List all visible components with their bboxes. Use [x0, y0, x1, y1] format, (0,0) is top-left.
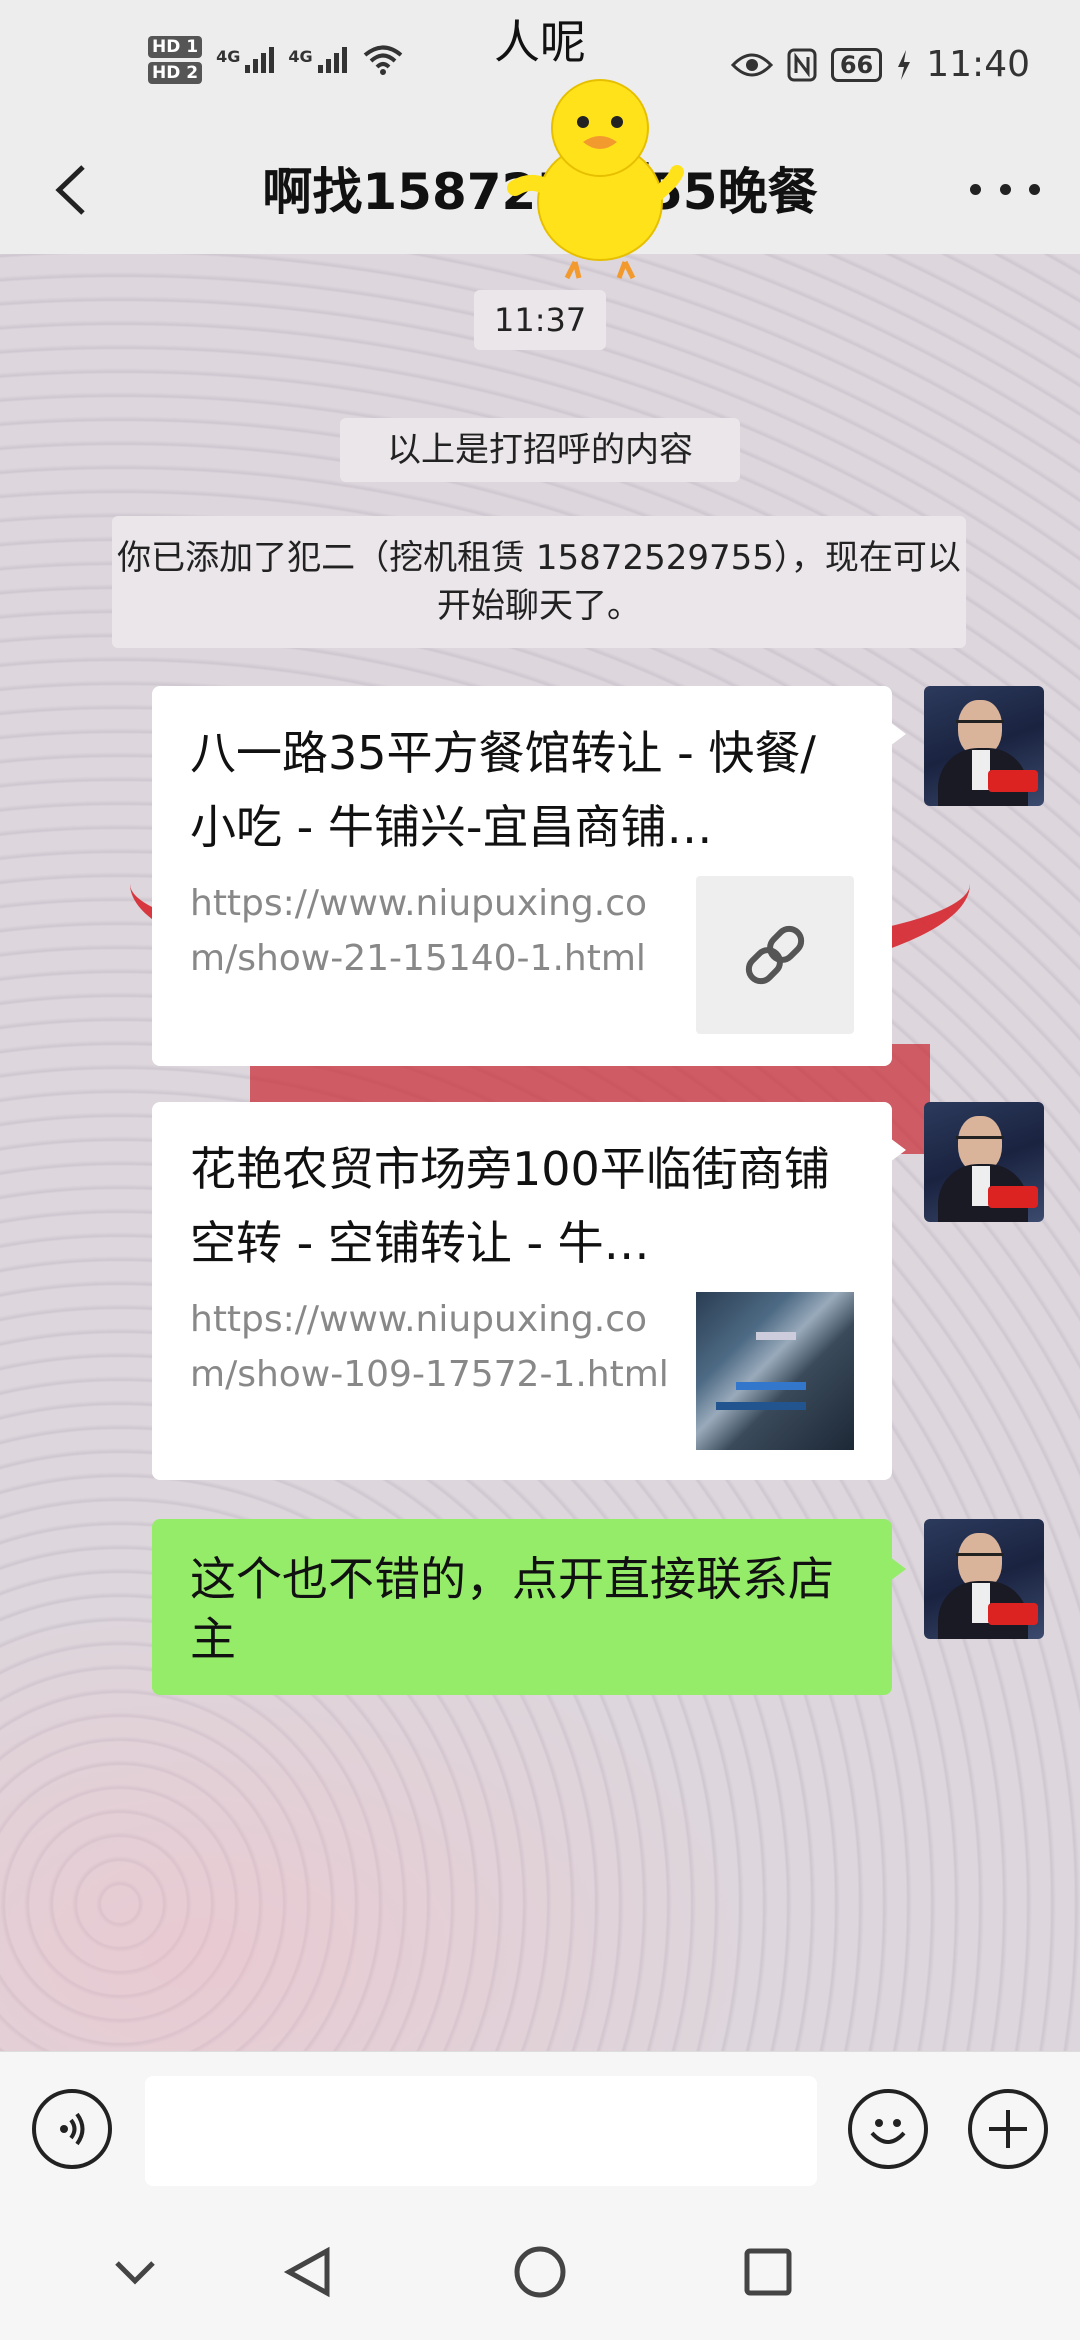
nav-back-button[interactable]	[268, 2232, 348, 2312]
eye-icon	[730, 53, 773, 76]
system-nav-bar	[0, 2206, 1080, 2340]
link-icon	[696, 876, 854, 1034]
nav-recents-button[interactable]	[728, 2232, 808, 2312]
charging-icon	[898, 49, 911, 80]
avatar[interactable]	[924, 1519, 1044, 1639]
system-message-friend-added: 你已添加了犯二（挖机租赁 15872529755），现在可以开始聊天了。	[112, 516, 966, 648]
link-card[interactable]: 花艳农贸市场旁100平临街商铺空转 - 空铺转让 - 牛… https://ww…	[152, 1102, 906, 1480]
link-url: https://www.niupuxing.com/show-109-17572…	[190, 1299, 669, 1395]
more-dot-icon	[999, 183, 1011, 195]
chevron-down-icon	[115, 2261, 155, 2285]
voice-button[interactable]	[32, 2089, 112, 2169]
wechat-chat-screen: HD 1 HD 2 4G 4G 人呢 66 11:40 11:37 以上是打招呼…	[0, 0, 1080, 2340]
emoji-icon	[870, 2119, 906, 2144]
avatar[interactable]	[924, 1102, 1044, 1222]
square-recents-icon	[744, 2248, 792, 2296]
message-timestamp: 11:37	[474, 290, 607, 350]
collapse-button[interactable]	[95, 2232, 175, 2312]
nfc-icon	[787, 48, 817, 81]
more-dot-icon	[1029, 183, 1040, 195]
sent-text-message[interactable]: 这个也不错的，点开直接联系店主	[152, 1519, 906, 1695]
more-dot-icon	[970, 183, 981, 195]
link-url: https://www.niupuxing.com/show-21-15140-…	[190, 883, 648, 979]
link-title: 八一路35平方餐馆转让 - 快餐/小吃 - 牛铺兴-宜昌商铺…	[190, 726, 816, 854]
avatar[interactable]	[924, 686, 1044, 806]
more-options-button[interactable]	[970, 164, 1040, 214]
clock: 11:40	[926, 44, 1030, 85]
battery-indicator: 66	[830, 47, 883, 82]
status-right: 66 11:40	[730, 44, 1030, 85]
nav-home-button[interactable]	[500, 2232, 580, 2312]
link-card[interactable]: 八一路35平方餐馆转让 - 快餐/小吃 - 牛铺兴-宜昌商铺… https://…	[152, 686, 906, 1066]
circle-home-icon	[514, 2246, 566, 2298]
plus-button[interactable]	[968, 2089, 1048, 2169]
plus-icon	[989, 2110, 1027, 2148]
system-message: 以上是打招呼的内容	[340, 418, 740, 482]
voice-icon	[60, 2112, 85, 2146]
duck-sticker	[507, 79, 684, 280]
message-input[interactable]	[145, 2076, 817, 2186]
triangle-back-icon	[283, 2246, 330, 2298]
input-bar	[0, 2051, 1080, 2206]
emoji-button[interactable]	[848, 2089, 928, 2169]
link-title: 花艳农贸市场旁100平临街商铺空转 - 空铺转让 - 牛…	[190, 1142, 830, 1270]
shop-photo-thumbnail	[696, 1292, 854, 1450]
